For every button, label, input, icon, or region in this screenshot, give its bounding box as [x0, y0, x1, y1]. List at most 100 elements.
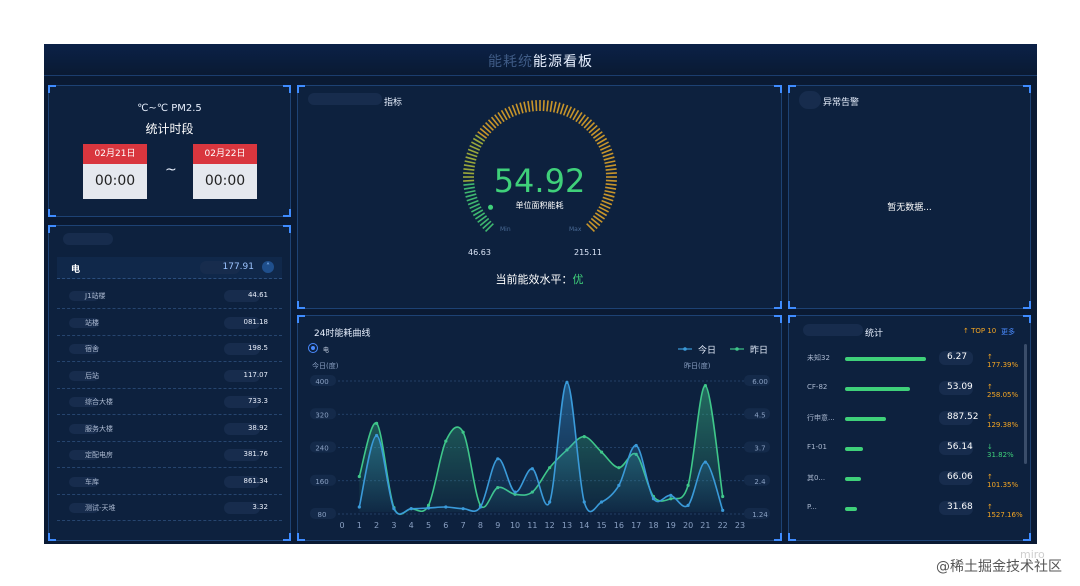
ranking-item-pct: 101.35%: [987, 481, 1019, 489]
ranking-item-change: ↑ 177.39%: [987, 353, 1019, 369]
list-item[interactable]: 站楼 081.18: [57, 310, 282, 336]
x-tick-label: 10: [510, 521, 520, 530]
energy-dashboard: 能耗统能源看板 ℃~℃ PM2.5 统计时段 02月21日 00:00 ~ 02…: [44, 44, 1037, 544]
gauge-min-value: 46.63: [468, 248, 491, 257]
x-tick-label: 14: [579, 521, 589, 530]
left-tick-label: 240: [315, 445, 328, 453]
gauge-tick: [535, 100, 538, 112]
ranking-item-change: ↑ 1527.16%: [987, 503, 1023, 519]
list-item[interactable]: 定配电房 381.76: [57, 442, 282, 468]
ranking-item-name: 行申意...: [807, 414, 835, 422]
list-item[interactable]: 综合大楼 733.3: [57, 389, 282, 415]
list-item-value: 861.34: [243, 476, 269, 485]
left-tick-label: 80: [318, 511, 327, 519]
ranking-item-pct: 31.82%: [987, 451, 1014, 459]
ranking-item[interactable]: F1-01 56.14 ↓ 31.82%: [799, 438, 1020, 460]
ranking-item[interactable]: 其0... 66.06 ↑ 101.35%: [799, 468, 1020, 490]
gauge-min-label: Min: [500, 226, 511, 233]
ranking-title: 统计: [865, 329, 884, 339]
end-date[interactable]: 02月22日: [193, 144, 257, 164]
hourly-chart-panel: 24时能耗曲线 电 今日(度) 昨日(度) 今日 昨日 400 6.00 320 4.5 240…: [297, 315, 782, 541]
gauge-tick: [511, 104, 518, 116]
gauge-tick: [603, 156, 615, 161]
efficiency-level-label: 当前能效水平：: [495, 273, 573, 286]
right-tick-label: 3.7: [754, 445, 765, 453]
ranking-item-change: ↑ 129.38%: [987, 413, 1019, 429]
start-time[interactable]: 00:00: [83, 164, 147, 199]
ranking-item[interactable]: 未知32 6.27 ↑ 177.39%: [799, 348, 1020, 370]
list-header-electricity[interactable]: 电 177.91 ˄: [57, 257, 282, 279]
legend-marker: [735, 347, 739, 351]
start-date-picker[interactable]: 02月21日 00:00: [83, 144, 147, 199]
data-point: [599, 500, 604, 504]
data-point: [703, 460, 707, 464]
legend-label[interactable]: 今日: [698, 344, 716, 356]
x-tick-label: 8: [478, 521, 483, 530]
left-axis-label: 今日(度): [312, 361, 339, 370]
chevron-up-icon[interactable]: ˄: [262, 261, 274, 273]
legend-label[interactable]: 昨日: [750, 344, 768, 356]
list-item[interactable]: J1站楼 44.61: [57, 283, 282, 309]
x-tick-label: 19: [666, 521, 676, 530]
list-item[interactable]: 车库 861.34: [57, 469, 282, 495]
data-point: [444, 505, 448, 509]
data-point: [530, 467, 534, 471]
ranking-scrollbar[interactable]: [1024, 344, 1027, 464]
list-item[interactable]: 后站 117.07: [57, 363, 282, 389]
list-header-value: 177.91: [222, 262, 255, 272]
end-time[interactable]: 00:00: [193, 164, 257, 199]
right-tick-label: 6.00: [752, 378, 768, 386]
list-header-name: 电: [71, 265, 81, 275]
gauge-tick: [549, 100, 553, 112]
ranking-item[interactable]: 行申意... 887.52 ↑ 129.38%: [799, 408, 1020, 430]
data-point: [461, 507, 465, 511]
data-point: [565, 380, 569, 384]
ranking-item-pct: 1527.16%: [987, 511, 1023, 519]
title-prefix: 能耗统: [488, 54, 533, 70]
data-point: [721, 508, 725, 512]
x-tick-label: 1: [357, 521, 362, 530]
list-item-value: 38.92: [247, 423, 268, 432]
page-title: 能耗统能源看板: [44, 51, 1037, 71]
top10-filter[interactable]: ↑ TOP 10: [963, 327, 996, 335]
data-point: [617, 466, 621, 470]
ranking-item-value: 31.68: [947, 502, 973, 512]
data-point: [513, 490, 517, 494]
alarm-title: 异常告警: [823, 98, 860, 108]
list-item-value: 381.76: [243, 450, 269, 458]
title-bar: 能耗统能源看板: [44, 44, 1037, 76]
ranking-item-value: 56.14: [947, 442, 973, 452]
title-text: 能源看板: [533, 54, 593, 70]
start-date[interactable]: 02月21日: [83, 144, 147, 164]
stat-period-panel: ℃~℃ PM2.5 统计时段 02月21日 00:00 ~ 02月22日 00:…: [48, 85, 291, 217]
list-item[interactable]: 测试-天堆 3.32: [57, 495, 282, 521]
gauge-max-label: Max: [569, 226, 582, 233]
efficiency-value: 54.92: [493, 162, 586, 200]
list-item-name: 宿舍: [85, 345, 99, 353]
x-tick-label: 22: [718, 521, 728, 530]
data-point: [686, 503, 690, 507]
data-point: [478, 505, 483, 509]
gauge-tick: [601, 148, 613, 155]
ranking-item-change: ↓ 31.82%: [987, 443, 1014, 459]
x-tick-label: 5: [426, 521, 431, 530]
ranking-item-pct: 177.39%: [987, 361, 1019, 369]
alarm-icon: [799, 91, 821, 109]
left-tick-label: 160: [315, 478, 328, 486]
end-date-picker[interactable]: 02月22日 00:00: [193, 144, 257, 199]
top10-label: TOP 10: [971, 327, 997, 335]
x-tick-label: 21: [700, 521, 710, 530]
ranking-item[interactable]: CF-82 53.09 ↑ 258.05%: [799, 378, 1020, 400]
x-tick-label: 16: [614, 521, 624, 530]
data-point: [582, 435, 586, 439]
list-item[interactable]: 服务大楼 38.92: [57, 416, 282, 442]
data-point: [582, 500, 586, 504]
list-item-name: 定配电房: [85, 451, 113, 459]
ranking-item[interactable]: P... 31.68 ↑ 1527.16%: [799, 498, 1023, 520]
list-item[interactable]: 宿舍 198.5: [57, 336, 282, 362]
list-item-name: 后站: [85, 371, 99, 380]
range-separator: ~: [165, 162, 177, 178]
ranking-item-change: ↑ 258.05%: [987, 383, 1019, 399]
more-link[interactable]: 更多: [1001, 327, 1015, 337]
ranking-bar: [845, 477, 861, 481]
